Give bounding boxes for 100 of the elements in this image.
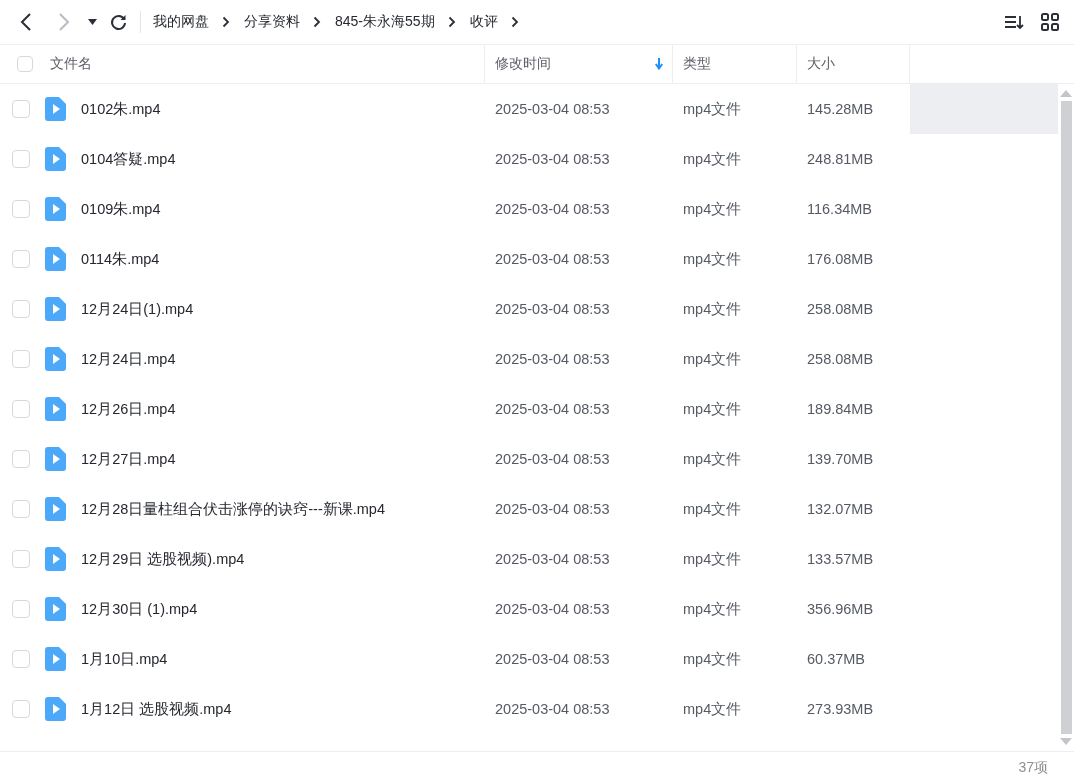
column-header[interactable]: 文件名	[50, 55, 484, 73]
grid-icon	[1041, 13, 1059, 31]
file-name[interactable]: 12月24日.mp4	[81, 349, 176, 369]
row-checkbox[interactable]	[12, 300, 30, 318]
file-name[interactable]: 12月30日 (1).mp4	[81, 599, 198, 619]
row-checkbox[interactable]	[12, 350, 30, 368]
video-file-icon	[45, 697, 66, 721]
sort-list-icon	[1004, 14, 1024, 30]
file-size: 133.57MB	[807, 551, 874, 567]
row-checkbox[interactable]	[12, 200, 30, 218]
file-size: 139.70MB	[807, 451, 874, 467]
file-name[interactable]: 12月29日 选股视频).mp4	[81, 549, 245, 569]
modified-time: 2025-03-04 08:53	[495, 301, 610, 317]
file-type: mp4文件	[683, 249, 742, 269]
chevron-right-icon	[222, 16, 230, 28]
row-checkbox[interactable]	[12, 500, 30, 518]
file-type: mp4文件	[683, 649, 742, 669]
chevron-right-icon	[313, 16, 321, 28]
file-name[interactable]: 1月12日 选股视频.mp4	[81, 699, 232, 719]
video-file-icon	[45, 197, 66, 221]
file-type: mp4文件	[683, 599, 742, 619]
file-name[interactable]: 0104答疑.mp4	[81, 149, 176, 169]
modified-time: 2025-03-04 08:53	[495, 451, 610, 467]
file-name[interactable]: 1月10日.mp4	[81, 649, 168, 669]
video-file-icon	[45, 397, 66, 421]
modified-time: 2025-03-04 08:53	[495, 351, 610, 367]
breadcrumb-link[interactable]: 收评	[469, 13, 498, 31]
modified-time: 2025-03-04 08:53	[495, 551, 610, 567]
modified-time: 2025-03-04 08:53	[495, 701, 610, 717]
breadcrumb-link[interactable]: 分享资料	[244, 13, 300, 31]
file-name[interactable]: 12月28日量柱组合伏击涨停的诀窍---新课.mp4	[81, 499, 385, 519]
file-name[interactable]: 0114朱.mp4	[81, 249, 160, 269]
file-name[interactable]: 12月27日.mp4	[81, 449, 176, 469]
video-file-icon	[45, 547, 66, 571]
row-checkbox[interactable]	[12, 700, 30, 718]
file-type: mp4文件	[683, 299, 742, 319]
modified-time: 2025-03-04 08:53	[495, 251, 610, 267]
file-size: 258.08MB	[807, 351, 874, 367]
breadcrumb-link[interactable]: 我的网盘	[153, 13, 209, 31]
row-checkbox[interactable]	[12, 250, 30, 268]
breadcrumb-link[interactable]: 845-朱永海55期	[335, 13, 435, 31]
file-size: 176.08MB	[807, 251, 874, 267]
file-name[interactable]: 0109朱.mp4	[81, 199, 161, 219]
file-type: mp4文件	[683, 699, 742, 719]
file-size: 248.81MB	[807, 151, 874, 167]
video-file-icon	[45, 497, 66, 521]
row-checkbox[interactable]	[12, 550, 30, 568]
modified-time: 2025-03-04 08:53	[495, 201, 610, 217]
row-checkbox[interactable]	[12, 600, 30, 618]
video-file-icon	[45, 147, 66, 171]
file-type: mp4文件	[683, 399, 742, 419]
modified-time: 2025-03-04 08:53	[495, 601, 610, 617]
row-checkbox[interactable]	[12, 650, 30, 668]
file-size: 60.37MB	[807, 651, 866, 667]
video-file-icon	[45, 347, 66, 371]
file-size: 258.08MB	[807, 301, 874, 317]
scroll-up-icon[interactable]	[1060, 90, 1072, 97]
file-type: mp4文件	[683, 99, 742, 119]
file-size: 273.93MB	[807, 701, 874, 717]
file-name[interactable]: 12月26日.mp4	[81, 399, 176, 419]
row-checkbox[interactable]	[12, 450, 30, 468]
file-type: mp4文件	[683, 149, 742, 169]
column-header[interactable]: 类型	[683, 55, 796, 73]
chevron-right-icon	[447, 16, 456, 28]
file-type: mp4文件	[683, 549, 742, 569]
file-type: mp4文件	[683, 449, 742, 469]
video-file-icon	[45, 247, 66, 271]
chevron-left-icon	[20, 12, 32, 32]
chevron-right-icon	[58, 12, 70, 32]
item-count: 37项	[1018, 759, 1048, 777]
video-file-icon	[45, 447, 66, 471]
video-file-icon	[45, 297, 66, 321]
video-file-icon	[45, 647, 66, 671]
column-header[interactable]: 修改时间	[495, 55, 655, 73]
file-size: 189.84MB	[807, 401, 874, 417]
modified-time: 2025-03-04 08:53	[495, 151, 610, 167]
file-type: mp4文件	[683, 199, 742, 219]
modified-time: 2025-03-04 08:53	[495, 101, 610, 117]
select-all-checkbox[interactable]	[17, 56, 33, 72]
file-name[interactable]: 12月24日(1).mp4	[81, 299, 194, 319]
caret-down-icon	[87, 19, 97, 25]
row-checkbox[interactable]	[12, 100, 30, 118]
file-size: 145.28MB	[807, 101, 874, 117]
file-type: mp4文件	[683, 349, 742, 369]
file-size: 132.07MB	[807, 501, 874, 517]
video-file-icon	[45, 97, 66, 121]
scroll-down-icon[interactable]	[1060, 738, 1072, 745]
file-size: 356.96MB	[807, 601, 874, 617]
column-header[interactable]: 大小	[807, 55, 909, 73]
refresh-icon	[109, 13, 127, 31]
modified-time: 2025-03-04 08:53	[495, 401, 610, 417]
file-name[interactable]: 0102朱.mp4	[81, 99, 161, 119]
file-type: mp4文件	[683, 499, 742, 519]
video-file-icon	[45, 597, 66, 621]
row-checkbox[interactable]	[12, 400, 30, 418]
scrollbar-thumb[interactable]	[1060, 101, 1072, 734]
modified-time: 2025-03-04 08:53	[495, 501, 610, 517]
row-checkbox[interactable]	[12, 150, 30, 168]
chevron-right-icon	[510, 16, 519, 28]
file-size: 116.34MB	[807, 201, 873, 217]
